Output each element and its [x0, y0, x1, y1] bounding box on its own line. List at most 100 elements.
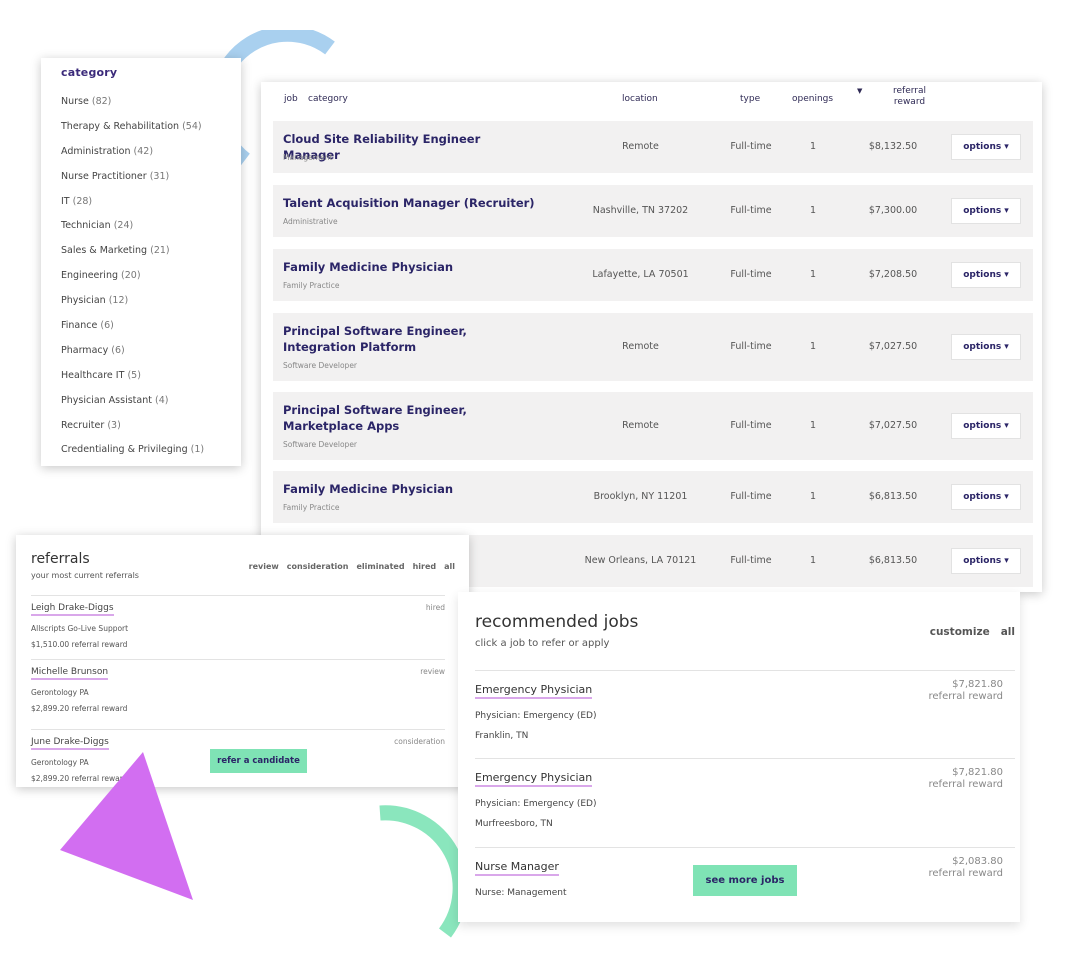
- category-item-count: (42): [133, 145, 154, 157]
- category-item[interactable]: Healthcare IT (5): [61, 364, 241, 389]
- job-row[interactable]: Family Medicine Physician Family Practice…: [273, 471, 1033, 523]
- referral-candidate-link[interactable]: June Drake-Diggs: [31, 737, 109, 750]
- category-item[interactable]: Administration (42): [61, 140, 241, 165]
- category-item-count: (54): [182, 120, 202, 132]
- category-item[interactable]: Nurse (82): [61, 90, 241, 115]
- job-openings: 1: [809, 205, 817, 216]
- recommended-job-link[interactable]: Nurse Manager: [475, 860, 559, 876]
- referrals-subtitle: your most current referrals: [31, 571, 139, 580]
- header-location[interactable]: location: [622, 94, 662, 104]
- options-button-label: options: [963, 142, 1002, 152]
- category-list: Nurse (82) Therapy & Rehabilitation (54) A…: [61, 90, 241, 463]
- options-button-label: options: [963, 206, 1002, 216]
- see-more-jobs-button[interactable]: see more jobs: [693, 865, 797, 896]
- category-item-count: (21): [150, 245, 170, 257]
- category-item[interactable]: Nurse Practitioner (31): [61, 165, 241, 190]
- referrals-tab-hired[interactable]: hired: [413, 562, 437, 571]
- category-item-count: (12): [108, 295, 129, 307]
- header-openings[interactable]: openings: [792, 94, 833, 104]
- recommended-link-customize[interactable]: customize: [930, 626, 990, 638]
- header-category[interactable]: category: [308, 94, 348, 104]
- recommended-link-all[interactable]: all: [1001, 626, 1015, 638]
- category-item-label: Therapy & Rehabilitation: [61, 120, 180, 132]
- referral-job: Gerontology PA: [31, 758, 89, 767]
- category-item[interactable]: Physician Assistant (4): [61, 389, 241, 414]
- category-item[interactable]: Finance (6): [61, 314, 241, 339]
- category-item[interactable]: Recruiter (3): [61, 414, 241, 439]
- recommended-job-link[interactable]: Emergency Physician: [475, 771, 593, 787]
- recommended-job-item[interactable]: Emergency Physician Physician: Emergency …: [475, 670, 1015, 758]
- referral-reward: $1,510.00 referral reward: [31, 640, 128, 649]
- job-openings: 1: [809, 269, 817, 280]
- category-item[interactable]: Sales & Marketing (21): [61, 239, 241, 264]
- referral-candidate-link[interactable]: Leigh Drake-Diggs: [31, 603, 114, 616]
- category-item[interactable]: Pharmacy (6): [61, 339, 241, 364]
- recommended-subtitle: click a job to refer or apply: [475, 638, 610, 649]
- options-button[interactable]: options ▾: [951, 262, 1021, 288]
- job-openings: 1: [809, 491, 817, 502]
- job-row[interactable]: Cloud Site Reliability Engineer Manager M…: [273, 121, 1033, 173]
- category-item-label: Finance: [61, 320, 98, 332]
- referral-reward: $2,899.20 referral reward: [31, 704, 128, 713]
- job-referral-reward: $7,027.50: [868, 420, 918, 431]
- job-title[interactable]: Principal Software Engineer, Marketplace…: [283, 402, 538, 434]
- category-item[interactable]: Technician (24): [61, 214, 241, 239]
- header-type[interactable]: type: [740, 94, 760, 104]
- recommended-job-item[interactable]: Emergency Physician Physician: Emergency …: [475, 758, 1015, 846]
- job-row[interactable]: Family Medicine Physician Family Practice…: [273, 249, 1033, 301]
- category-item[interactable]: Engineering (20): [61, 264, 241, 289]
- job-referral-reward: $7,027.50: [868, 341, 918, 352]
- recommended-job-link[interactable]: Emergency Physician: [475, 683, 593, 699]
- job-location: New Orleans, LA 70121: [584, 555, 697, 566]
- category-item-count: (82): [91, 96, 112, 107]
- options-button[interactable]: options ▾: [951, 548, 1021, 574]
- options-button-label: options: [963, 342, 1002, 352]
- job-title[interactable]: Talent Acquisition Manager (Recruiter): [283, 195, 538, 211]
- job-title[interactable]: Family Medicine Physician: [283, 259, 538, 275]
- recommended-job-reward: $7,821.80 referral reward: [929, 767, 1003, 791]
- header-job[interactable]: job: [284, 94, 298, 104]
- job-row[interactable]: Principal Software Engineer, Marketplace…: [273, 392, 1033, 460]
- job-location: Remote: [622, 141, 659, 152]
- referrals-tab-review[interactable]: review: [249, 562, 279, 571]
- category-item[interactable]: Therapy & Rehabilitation (54): [61, 115, 241, 140]
- referrals-tab-consideration[interactable]: consideration: [287, 562, 349, 571]
- category-item-count: (20): [121, 270, 141, 282]
- options-button[interactable]: options ▾: [951, 198, 1021, 224]
- category-item-label: Technician: [61, 220, 111, 232]
- category-item-count: (6): [111, 344, 125, 356]
- job-title[interactable]: Family Medicine Physician: [283, 481, 538, 497]
- job-row[interactable]: Talent Acquisition Manager (Recruiter) Ad…: [273, 185, 1033, 237]
- category-item-label: Recruiter: [61, 419, 105, 431]
- category-item-label: Engineering: [61, 270, 118, 282]
- refer-candidate-button[interactable]: refer a candidate: [210, 749, 307, 773]
- recommended-job-location: Franklin, TN: [475, 731, 529, 741]
- options-button[interactable]: options ▾: [951, 334, 1021, 360]
- category-item-label: Physician Assistant: [61, 394, 152, 406]
- options-button[interactable]: options ▾: [951, 484, 1021, 510]
- recommended-job-reward-label: referral reward: [928, 691, 1003, 702]
- category-item[interactable]: Physician (12): [61, 289, 241, 314]
- options-button[interactable]: options ▾: [951, 134, 1021, 160]
- caret-down-icon: ▾: [1004, 421, 1009, 431]
- category-item-label: Healthcare IT: [61, 369, 125, 381]
- category-item-count: (31): [149, 170, 170, 182]
- job-openings: 1: [809, 420, 817, 431]
- category-item[interactable]: Credentialing & Privileging (1): [61, 438, 241, 463]
- options-button-label: options: [963, 492, 1002, 502]
- referral-item: Michelle Brunson review Gerontology PA $2,8…: [31, 659, 445, 725]
- referral-job: Allscripts Go-Live Support: [31, 624, 129, 633]
- job-row[interactable]: Principal Software Engineer, Integration…: [273, 313, 1033, 381]
- job-title[interactable]: Principal Software Engineer, Integration…: [283, 323, 538, 355]
- options-button[interactable]: options ▾: [951, 413, 1021, 439]
- job-location: Lafayette, LA 70501: [592, 269, 689, 280]
- referrals-tab-eliminated[interactable]: eliminated: [357, 562, 405, 571]
- referrals-tab-all[interactable]: all: [444, 562, 455, 571]
- options-button-label: options: [963, 556, 1002, 566]
- job-category: Administrative: [283, 217, 338, 226]
- recommended-title: recommended jobs: [475, 612, 639, 632]
- referrals-tabs: review consideration eliminated hired all: [249, 562, 455, 571]
- recommended-jobs-panel: recommended jobs click a job to refer or…: [458, 592, 1020, 922]
- category-item[interactable]: IT (28): [61, 190, 241, 215]
- referral-candidate-link[interactable]: Michelle Brunson: [31, 667, 109, 680]
